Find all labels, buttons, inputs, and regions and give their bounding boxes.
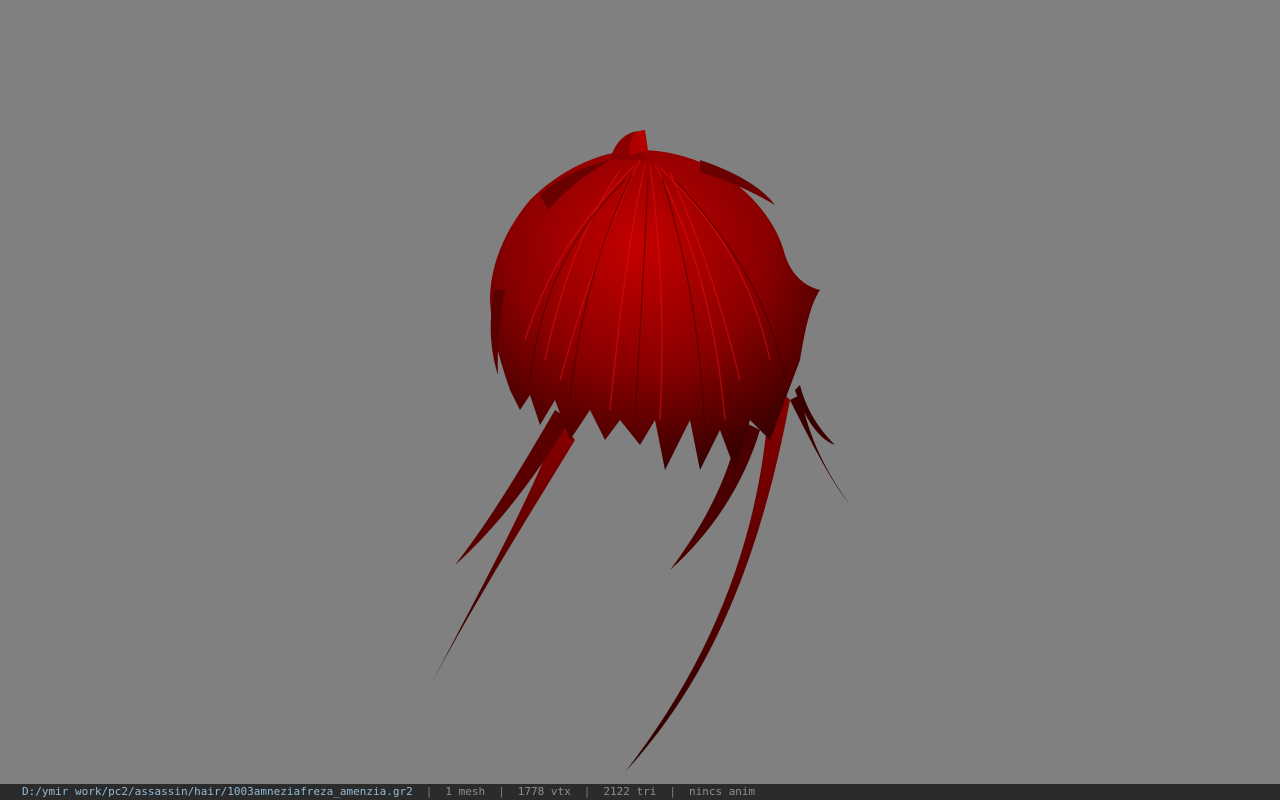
- separator: |: [669, 785, 676, 798]
- 3d-viewport[interactable]: [0, 0, 1280, 784]
- file-path: D:/ymir work/pc2/assassin/hair/1003amnez…: [22, 785, 413, 798]
- separator: |: [583, 785, 591, 798]
- separator: |: [425, 785, 433, 798]
- animation-status: nincs anim: [688, 785, 756, 798]
- separator: |: [498, 785, 505, 798]
- vertex-count: 1778 vtx: [517, 785, 571, 798]
- mesh-count: 1 mesh: [445, 785, 486, 798]
- hair-model-icon: [428, 130, 850, 772]
- status-bar: D:/ymir work/pc2/assassin/hair/1003amnez…: [0, 784, 1280, 800]
- triangle-count: 2122 tri: [603, 785, 657, 798]
